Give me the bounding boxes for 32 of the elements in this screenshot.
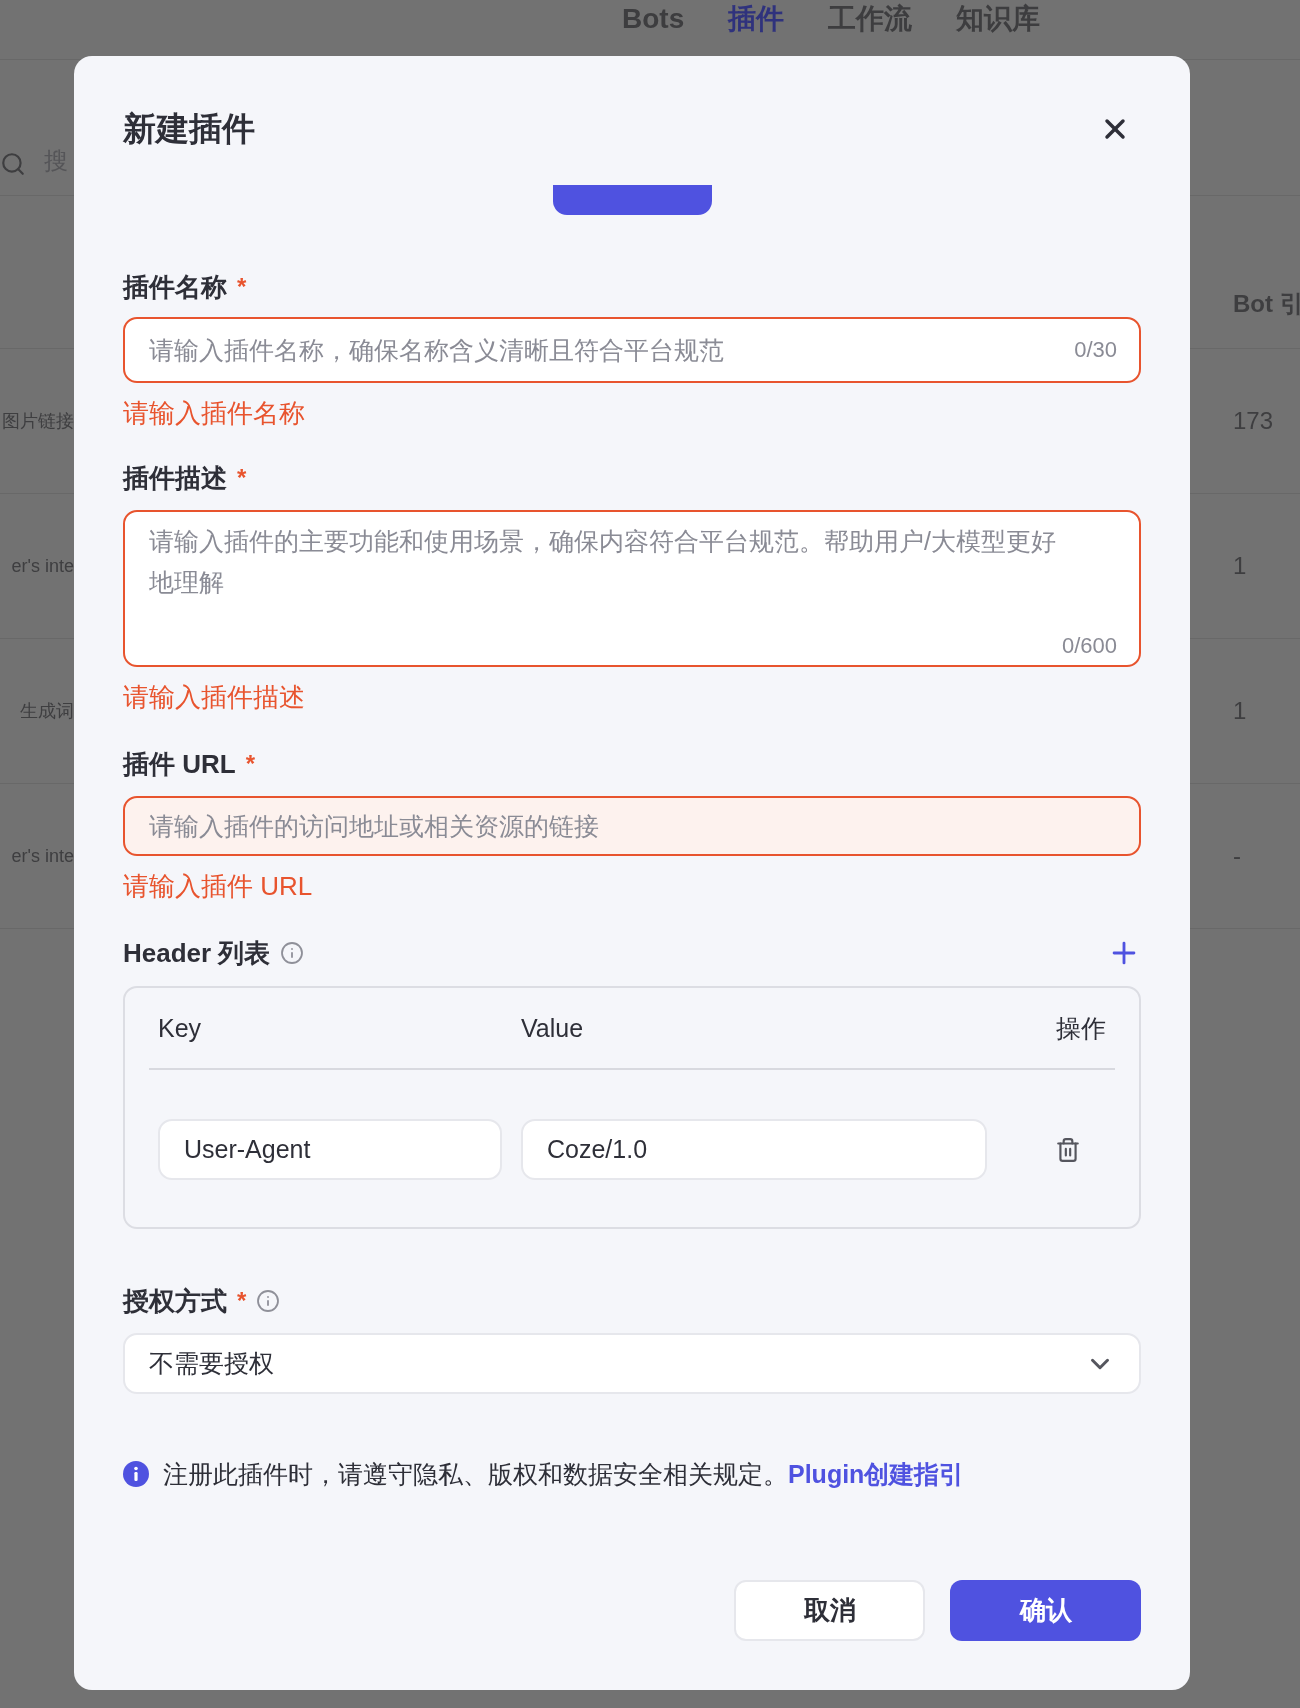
column-header: 操作 [1055, 1012, 1106, 1044]
character-counter: 0/30 [1074, 337, 1117, 363]
error-message: 请输入插件描述 [123, 681, 306, 714]
info-icon[interactable] [256, 1289, 281, 1313]
info-icon[interactable] [280, 941, 305, 965]
notice-text: 注册此插件时，请遵守隐私、版权和数据安全相关规定。 [163, 1458, 788, 1490]
guide-link[interactable]: Plugin创建指引 [788, 1457, 965, 1491]
dialog-title: 新建插件 [123, 108, 255, 149]
delete-button[interactable] [1055, 1136, 1081, 1163]
search-icon [0, 151, 26, 177]
auth-select[interactable]: 不需要授权 [123, 1333, 1141, 1394]
field-label: 授权方式 [123, 1284, 227, 1318]
column-header: Key [158, 1013, 203, 1043]
cancel-button[interactable]: 取消 [734, 1580, 925, 1641]
character-counter: 0/600 [1061, 633, 1117, 659]
field-label: 插件名称 [123, 270, 227, 304]
field-label: 插件 URL [123, 747, 236, 781]
info-icon [123, 1461, 149, 1487]
value-field[interactable]: Coze/1.0 [521, 1119, 987, 1180]
key-field[interactable]: User-Agent [158, 1119, 502, 1180]
field-label: Header 列表 [123, 936, 271, 970]
required-mark: * [237, 273, 247, 301]
error-message: 请输入插件 URL [123, 870, 314, 903]
required-mark: * [245, 750, 255, 778]
column-header: Value [521, 1013, 585, 1043]
required-mark: * [237, 1287, 247, 1315]
field-label: 插件描述 [123, 461, 227, 495]
confirm-button[interactable]: 确认 [950, 1580, 1141, 1641]
table-cell-text: - [1232, 842, 1242, 870]
text-field[interactable]: 请输入插件的访问地址或相关资源的链接 [123, 796, 1141, 856]
required-mark: * [237, 464, 247, 492]
error-message: 请输入插件名称 [123, 397, 306, 430]
